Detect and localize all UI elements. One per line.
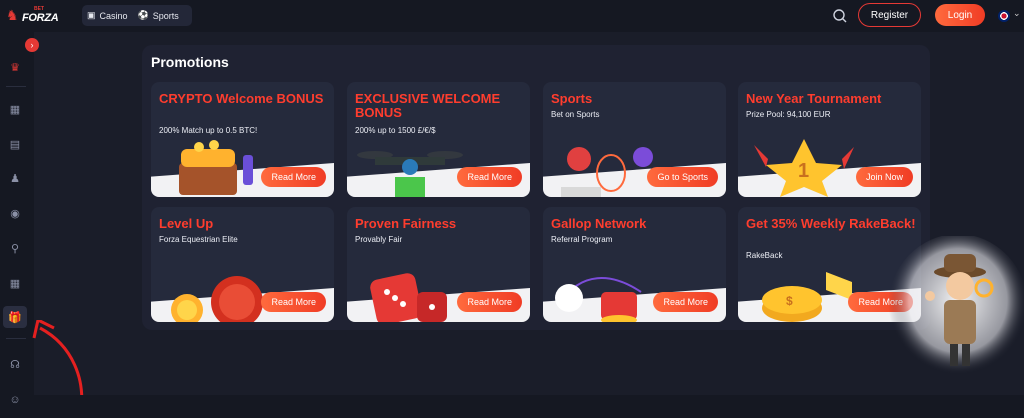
card-subtitle: Bet on Sports bbox=[551, 110, 600, 119]
promo-card[interactable]: 1 New Year Tournament Prize Pool: 94,100… bbox=[738, 82, 921, 197]
card-title: Sports bbox=[551, 91, 593, 106]
drone-icon bbox=[357, 151, 463, 197]
card-subtitle: 200% up to 1500 £/€/$ bbox=[355, 126, 436, 135]
trophy-star-icon: 1 bbox=[754, 139, 854, 197]
login-button[interactable]: Login bbox=[935, 4, 985, 26]
search-icon[interactable] bbox=[832, 8, 848, 24]
join-now-button[interactable]: Join Now bbox=[855, 167, 913, 187]
promo-card[interactable]: Sports Bet on Sports Go to Sports bbox=[543, 82, 726, 197]
go-to-sports-button[interactable]: Go to Sports bbox=[647, 167, 718, 187]
card-subtitle: Forza Equestrian Elite bbox=[159, 235, 238, 244]
read-more-button[interactable]: Read More bbox=[261, 292, 326, 312]
read-more-button[interactable]: Read More bbox=[261, 167, 326, 187]
register-button[interactable]: Register bbox=[858, 3, 921, 27]
card-title: CRYPTO Welcome BONUS bbox=[159, 91, 324, 106]
chess-icon[interactable]: ♟ bbox=[6, 169, 24, 187]
gold-coins-icon: $ bbox=[762, 272, 852, 322]
tree-icon[interactable]: ⚲ bbox=[6, 239, 24, 257]
sidebar-divider bbox=[6, 338, 26, 339]
card-subtitle: Provably Fair bbox=[355, 235, 403, 244]
card-title: Level Up bbox=[159, 216, 214, 231]
read-more-button[interactable]: Read More bbox=[653, 292, 718, 312]
svg-text:$: $ bbox=[786, 294, 793, 308]
promo-card[interactable]: Proven Fairness Provably Fair Read More bbox=[347, 207, 530, 322]
gift-icon[interactable]: 🎁 bbox=[3, 306, 27, 328]
tab-casino-label: Casino bbox=[99, 10, 128, 21]
card-subtitle: 200% Match up to 0.5 BTC! bbox=[159, 126, 258, 135]
sports-equipment-icon bbox=[561, 147, 653, 197]
card-title: Get 35% Weekly RakeBack! bbox=[746, 216, 916, 231]
soccer-ball-icon: ⚽ bbox=[137, 10, 149, 20]
card-title: Gallop Network bbox=[551, 216, 647, 231]
nav-tabs: ▣ Casino ⚽ Sports bbox=[82, 5, 192, 26]
chevron-down-icon[interactable]: ⌄ bbox=[1013, 8, 1021, 19]
promo-card[interactable]: EXCLUSIVE WELCOME BONUS 200% up to 1500 … bbox=[347, 82, 530, 197]
treasure-chest-icon bbox=[179, 140, 253, 195]
read-more-button[interactable]: Read More bbox=[457, 167, 522, 187]
horse-logo-icon: ♞ bbox=[6, 7, 19, 23]
casino-icon: ▣ bbox=[87, 10, 96, 20]
promotions-title: Promotions bbox=[151, 54, 229, 70]
tin-can-phone-icon bbox=[555, 277, 642, 322]
tab-casino[interactable]: ▣ Casino bbox=[82, 5, 133, 26]
detective-mascot bbox=[888, 236, 1024, 382]
headset-icon[interactable]: ☊ bbox=[6, 355, 24, 373]
chevron-right-icon[interactable]: › bbox=[25, 38, 39, 52]
read-more-button[interactable]: Read More bbox=[457, 292, 522, 312]
tab-sports-label: Sports bbox=[152, 10, 179, 21]
card-title: New Year Tournament bbox=[746, 91, 882, 106]
tab-sports[interactable]: ⚽ Sports bbox=[133, 5, 184, 26]
logo-main-text: FORZA bbox=[22, 12, 59, 24]
promo-card[interactable]: CRYPTO Welcome BONUS 200% Match up to 0.… bbox=[151, 82, 334, 197]
sidebar-divider bbox=[6, 86, 26, 87]
apps-icon[interactable]: ▦ bbox=[6, 274, 24, 292]
robot-icon[interactable]: ◉ bbox=[6, 204, 24, 222]
vip-crest-icon[interactable]: ♛ bbox=[6, 58, 24, 76]
book-icon[interactable]: ▤ bbox=[6, 135, 24, 153]
flag-uk-icon[interactable] bbox=[998, 10, 1010, 22]
card-title: Proven Fairness bbox=[355, 216, 457, 231]
card-title: EXCLUSIVE WELCOME BONUS bbox=[355, 91, 501, 120]
card-subtitle: Referral Program bbox=[551, 235, 613, 244]
card-subtitle: RakeBack bbox=[746, 251, 783, 260]
medal-coins-icon bbox=[171, 276, 263, 322]
bottom-bar bbox=[34, 395, 1024, 418]
card-subtitle: Prize Pool: 94,100 EUR bbox=[746, 110, 831, 119]
logo[interactable]: ♞ BET FORZA bbox=[6, 5, 59, 27]
avatar[interactable]: ☺ bbox=[6, 391, 24, 409]
grid-icon[interactable]: ▦ bbox=[6, 100, 24, 118]
svg-text:1: 1 bbox=[798, 160, 809, 182]
promo-card[interactable]: Gallop Network Referral Program Read Mor… bbox=[543, 207, 726, 322]
dice-icon bbox=[370, 273, 447, 322]
promo-card[interactable]: Level Up Forza Equestrian Elite Read Mor… bbox=[151, 207, 334, 322]
